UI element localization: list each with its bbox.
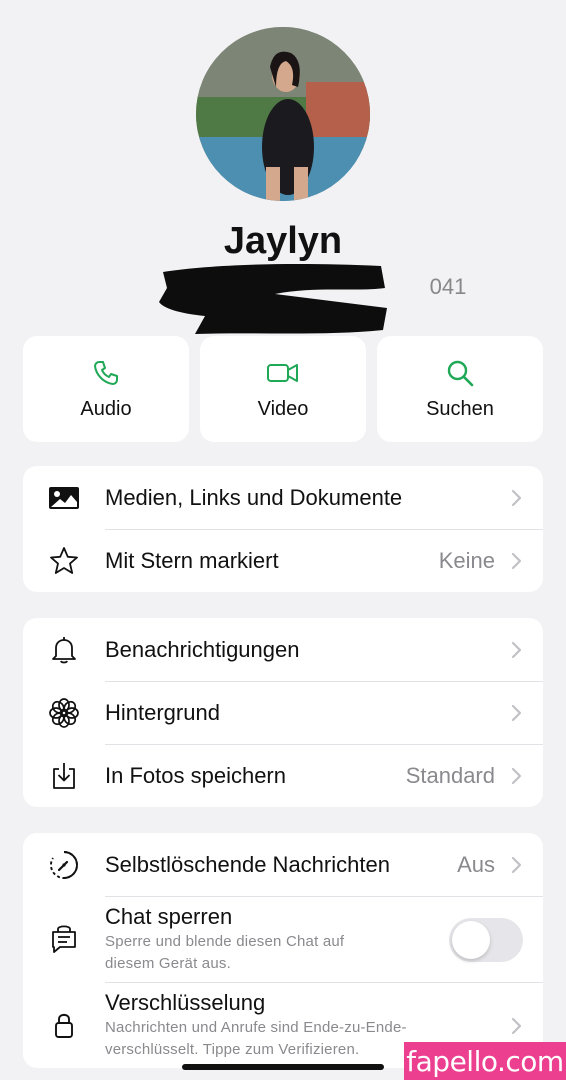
video-camera-icon (267, 363, 298, 382)
chevron-right-icon (511, 767, 522, 785)
redaction-scribble (159, 264, 387, 334)
row-label: Verschlüsselung (105, 990, 266, 1015)
flower-icon (49, 697, 79, 728)
bell-icon (52, 636, 76, 663)
chevron-right-icon (511, 856, 522, 873)
chat-lock-icon (52, 925, 76, 953)
lock-chat-row: Chat sperren Sperre und blende diesen Ch… (23, 896, 543, 982)
chevron-right-icon (511, 641, 522, 658)
video-call-button[interactable]: Video (200, 336, 366, 442)
media-group: Medien, Links und Dokumente Mit Stern ma… (23, 466, 543, 592)
chevron-right-icon (511, 552, 522, 570)
disappearing-messages-row[interactable]: Selbstlöschende Nachrichten Aus (23, 833, 543, 896)
audio-call-button[interactable]: Audio (23, 336, 189, 442)
download-icon (53, 762, 75, 789)
video-label: Video (257, 397, 309, 420)
quick-actions: Audio Video Suchen (23, 336, 543, 442)
save-to-photos-row[interactable]: In Fotos speichern Standard (23, 744, 543, 807)
toggle-knob (452, 920, 490, 959)
row-label: Medien, Links und Dokumente (105, 484, 403, 510)
search-label: Suchen (426, 397, 494, 420)
phone-icon (94, 360, 118, 385)
row-label: In Fotos speichern (105, 763, 286, 788)
watermark: fapello.com (404, 1042, 566, 1080)
star-icon (50, 546, 78, 574)
photo-icon (49, 486, 79, 509)
privacy-group: Selbstlöschende Nachrichten Aus Chat spe… (23, 833, 543, 1068)
media-links-docs-row[interactable]: Medien, Links und Dokumente (23, 466, 543, 529)
wallpaper-row[interactable]: Hintergrund (23, 681, 543, 744)
contact-avatar[interactable] (196, 27, 370, 201)
chevron-right-icon (511, 704, 522, 722)
chevron-right-icon (511, 1017, 522, 1034)
chevron-right-icon (511, 489, 522, 506)
save-to-photos-value: Standard (405, 763, 495, 788)
settings-group: Benachrichtigungen Hintergrund In Fotos … (23, 618, 543, 807)
avatar-photo (196, 27, 370, 201)
encryption-description-line-1: Nachrichten und Anrufe sind Ende-zu-Ende… (105, 1019, 407, 1036)
starred-value: Keine (438, 548, 495, 573)
notifications-row[interactable]: Benachrichtigungen (23, 618, 543, 681)
timer-icon (50, 850, 78, 879)
home-indicator[interactable] (182, 1064, 384, 1070)
search-icon (447, 360, 474, 386)
row-label: Selbstlöschende Nachrichten (105, 851, 390, 877)
starred-row[interactable]: Mit Stern markiert Keine (23, 529, 543, 592)
audio-label: Audio (80, 397, 132, 420)
row-label: Hintergrund (105, 700, 220, 725)
disappearing-value: Aus (457, 851, 495, 877)
row-label: Mit Stern markiert (105, 548, 279, 573)
row-label: Chat sperren (105, 904, 233, 929)
row-label: Benachrichtigungen (105, 636, 300, 662)
lock-chat-description-line-1: Sperre und blende diesen Chat auf (105, 933, 345, 950)
lock-icon (55, 1013, 73, 1038)
lock-chat-description-line-2: diesem Gerät aus. (105, 955, 231, 972)
lock-chat-toggle[interactable] (449, 917, 523, 962)
search-button[interactable]: Suchen (377, 336, 543, 442)
contact-name: Jaylyn (223, 220, 343, 262)
